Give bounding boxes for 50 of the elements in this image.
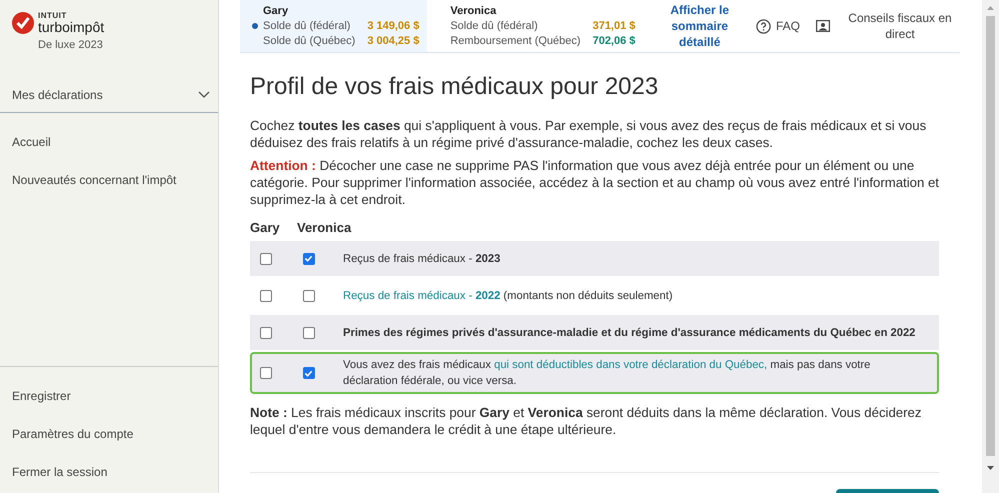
sidebar-item[interactable]: Accueil [0,125,218,159]
checkbox[interactable] [260,326,272,338]
option-label: Reçus de frais médicaux - 2023 [342,252,502,266]
checkbox[interactable] [302,252,314,264]
checkbox[interactable] [260,252,272,264]
balance-amount: 3 149,06 $ [367,19,420,33]
taxpayer-summary[interactable]: Gary Solde dû (fédéral) 3 149,06 $ Solde dû (Québec) 3 004,25 $ [240,0,428,52]
checkbox[interactable] [302,367,314,379]
checkmark-logo-icon [12,12,34,34]
balance-label: Remboursement (Québec) [450,34,581,48]
chevron-icon [198,91,210,99]
taxpayer-summary[interactable]: Veronica Solde dû (fédéral) 371,01 $ Remboursement (Québec) 702,06 $ [427,0,644,52]
option-link[interactable]: Reçus de frais médicaux - 2022 [343,290,500,302]
balance-amount: 702,06 $ [592,34,636,48]
balance-label: Solde dû (fédéral) [263,19,352,33]
summary-link[interactable]: Afficher le sommaire détaillé [663,2,736,50]
sidebar-item[interactable]: Nouveautés concernant l'impôt [0,163,218,197]
warning-text: Attention : Décocher une case ne supprime PAS l'information que vous avez déjà entrée pour un élément ou une catégorie. Pour supprimer l'information associée, accédez à la section et au champ où vous avez entré l'information et supprimez-la à cet endroit. [250,157,939,208]
page-title: Profil de vos frais médicaux pour 2023 [250,73,660,101]
balance-label: Solde dû (fédéral) [450,19,539,33]
checkbox[interactable] [260,290,272,302]
faq-link[interactable]: FAQ [756,18,800,34]
taxpayer-name: Gary [263,4,290,18]
balance-amount: 371,01 $ [592,19,636,33]
person-portrait-icon [816,20,830,32]
brand-product: turboimpôt [38,20,104,34]
brand-company: INTUIT [38,12,68,20]
scrollbar[interactable] [982,0,999,493]
sidebar-item[interactable]: Fermer la session [0,455,218,489]
live-help-link[interactable]: Conseils fiscaux en direct [816,10,960,42]
option-label: Reçus de frais médicaux - 2022 (montants non déduits seulement) [342,288,674,304]
help-icon [756,18,771,34]
column-header: Veronica [297,220,352,235]
scroll-down-icon[interactable] [986,463,995,472]
checkbox[interactable] [302,290,314,302]
note-text: Note : Les frais médicaux inscrits pour Gary et Veronica seront déduits dans la même déclaration. Vous déciderez lequel d'entre vous demandera le crédit à une étape ultérieure. [250,404,922,438]
selected-dot-icon [252,23,258,29]
column-header: Gary [250,220,281,235]
option-label: Primes des régimes privés d'assurance-maladie et du régime d'assurance médicaments du Québec en 2022 [342,326,916,340]
checkbox[interactable] [302,326,314,338]
intro-text: Cochez toutes les cases qui s'appliquent à vous. Par exemple, si vous avez des reçus de frais médicaux et si vous déduisez des frais relatifs à un régime privé d'assurance-maladie, cochez les deux cases. [250,117,928,151]
taxpayer-name: Veronica [450,4,498,18]
sidebar-item[interactable]: Paramètres du compte [0,417,218,451]
balance-label: Solde dû (Québec) [263,34,356,48]
sidebar-section[interactable]: Mes déclarations [0,78,218,113]
checkbox[interactable] [260,367,272,379]
edition-label: De luxe 2023 [38,39,104,51]
option-label: Vous avez des frais médicaux qui sont déductibles dans votre déclaration du Québec, mais pas dans votre déclaration fédérale, ou vice versa. [342,358,872,389]
sidebar-item[interactable]: Enregistrer [0,379,218,413]
balance-amount: 3 004,25 $ [367,34,420,48]
